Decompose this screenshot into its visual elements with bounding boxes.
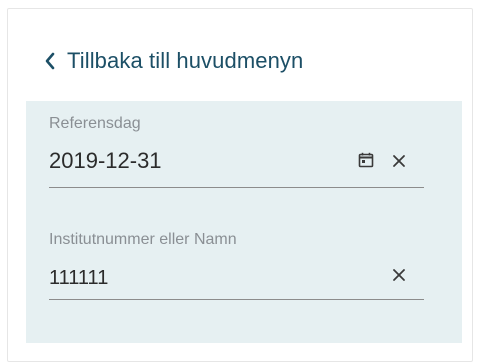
institute-underline — [49, 299, 424, 300]
filter-panel: Referensdag 2019-12-31 Institutnummer el… — [26, 101, 462, 343]
reference-date-label: Referensdag — [49, 115, 141, 132]
calendar-icon[interactable] — [357, 151, 375, 169]
reference-date-underline — [49, 187, 424, 188]
chevron-left-icon — [43, 51, 57, 71]
reference-date-field: Referensdag 2019-12-31 — [49, 101, 424, 191]
institute-field: Institutnummer eller Namn 111111 — [49, 213, 424, 303]
back-link-label: Tillbaka till huvudmenyn — [67, 48, 304, 73]
reference-date-input[interactable]: 2019-12-31 — [49, 148, 162, 174]
institute-input[interactable]: 111111 — [49, 267, 108, 290]
back-to-main-menu-link[interactable]: Tillbaka till huvudmenyn — [43, 45, 303, 77]
institute-label: Institutnummer eller Namn — [49, 231, 237, 248]
clear-reference-date-icon[interactable] — [390, 152, 408, 170]
clear-institute-icon[interactable] — [390, 266, 408, 284]
page: Tillbaka till huvudmenyn Referensdag 201… — [0, 0, 479, 363]
